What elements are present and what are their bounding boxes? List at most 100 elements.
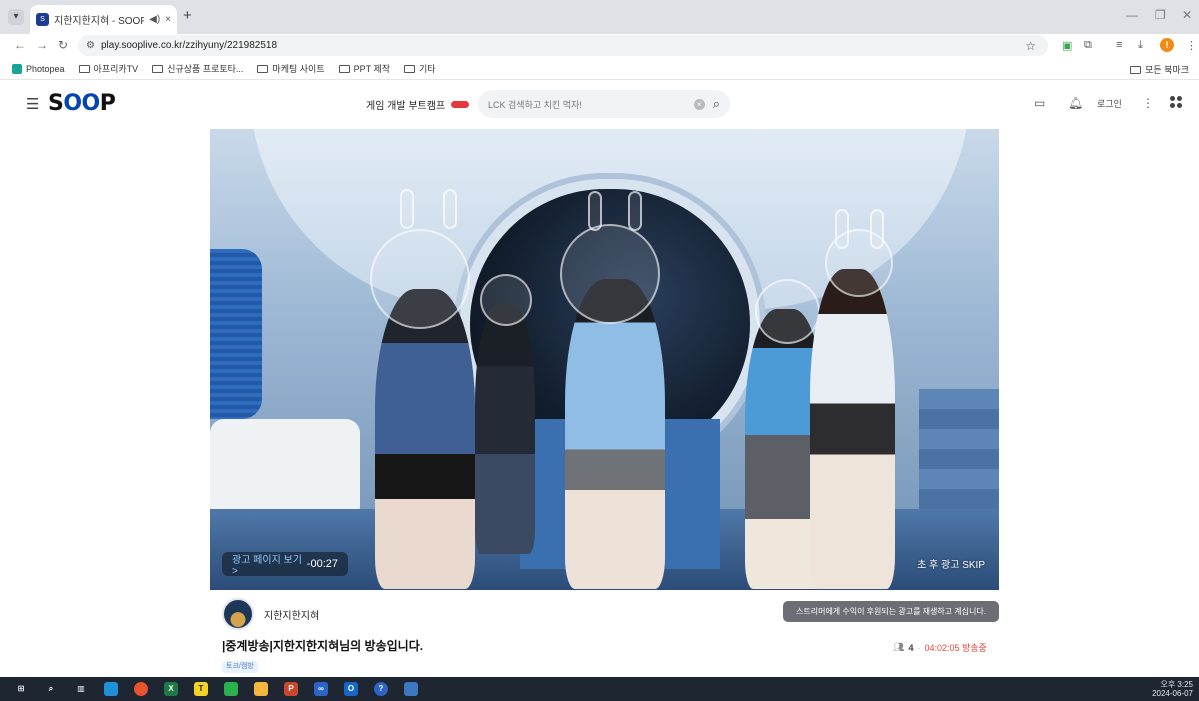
- bookmark-label: PPT 제작: [353, 64, 391, 74]
- site-header: ☰ SOOP 게임 개발 부트캠프 LCK 검색하고 치킨 먹자! × ⌕ ▭ …: [0, 80, 1199, 126]
- ear-3a: [588, 191, 602, 231]
- notification-bell-icon[interactable]: 🔔︎: [1068, 96, 1083, 110]
- figure-1: [375, 289, 475, 589]
- reading-list-icon[interactable]: ≡: [1116, 39, 1122, 51]
- viewer-info: 👥︎ 4 · 04:02:05 방송중: [893, 641, 987, 654]
- video-player[interactable]: 광고 페이지 보기 > -00:27 초 후 광고 SKIP: [210, 129, 999, 590]
- new-tab-button[interactable]: +: [183, 8, 192, 23]
- ad-skip-button[interactable]: 초 후 광고 SKIP: [917, 556, 985, 571]
- bookmark-marketing[interactable]: 마케팅 사이트: [257, 62, 325, 75]
- figure-5: [810, 269, 895, 589]
- folder-icon: [404, 64, 416, 73]
- extension-icon[interactable]: ▣: [1062, 39, 1072, 52]
- system-clock[interactable]: 오후 3:25 2024-06-07: [1152, 680, 1193, 698]
- bookmark-label: 신규상품 프로토타...: [167, 64, 244, 74]
- soop-logo[interactable]: SOOP: [48, 91, 116, 116]
- bookmark-label: Photopea: [26, 63, 65, 74]
- logo-letter: S: [48, 91, 64, 116]
- speaker-icon[interactable]: ◀): [149, 14, 160, 25]
- bookmark-star-icon[interactable]: ☆: [1025, 39, 1036, 53]
- login-button[interactable]: 로그인: [1097, 97, 1122, 110]
- address-bar[interactable]: ⚙ play.sooplive.co.kr/zzihyuny/221982518…: [78, 35, 1048, 56]
- site-info-icon[interactable]: ⚙: [86, 40, 95, 51]
- promo-text: 게임 개발 부트캠프: [366, 101, 446, 112]
- helmet-4: [755, 279, 820, 344]
- forward-icon[interactable]: →: [36, 38, 48, 52]
- clock-date: 2024-06-07: [1152, 689, 1193, 698]
- browser-tab[interactable]: S 지한지한지혀 - SOOP ◀) ×: [30, 5, 177, 34]
- reload-icon[interactable]: ↻: [58, 38, 68, 52]
- edge-icon[interactable]: [104, 682, 118, 696]
- hamburger-menu-icon[interactable]: ☰: [26, 95, 39, 113]
- all-bookmarks[interactable]: 모든 북마크: [1130, 63, 1189, 76]
- minimize-icon[interactable]: —: [1126, 8, 1138, 22]
- scene-blind: [210, 249, 262, 419]
- search-bar[interactable]: LCK 검색하고 치킨 먹자! × ⌕: [478, 90, 730, 118]
- helmet-2: [480, 274, 532, 326]
- bookmark-label: 마케팅 사이트: [272, 64, 325, 74]
- app-icon-2[interactable]: [404, 682, 418, 696]
- bookmark-afreecatv[interactable]: 아프리카TV: [78, 62, 138, 75]
- ad-countdown: -00:27: [306, 558, 338, 570]
- windows-start-icon[interactable]: ⊞: [14, 682, 28, 696]
- broadcast-start-icon[interactable]: ▭: [1034, 96, 1045, 110]
- excel-icon[interactable]: X: [164, 682, 178, 696]
- folder-icon: [1130, 65, 1142, 74]
- ear-5a: [835, 209, 849, 249]
- apps-grid-icon[interactable]: [1170, 96, 1182, 108]
- tab-search-icon[interactable]: ▾: [8, 9, 24, 25]
- category-tag[interactable]: 토크/캠방: [222, 661, 258, 673]
- donation-notice: 스트리머에게 수익이 후원되는 광고를 재생하고 계십니다.: [783, 601, 999, 622]
- browser-toolbar: ← → ↻ ⚙ play.sooplive.co.kr/zzihyuny/221…: [0, 34, 1199, 58]
- help-icon[interactable]: ?: [374, 682, 388, 696]
- helmet-3: [560, 224, 660, 324]
- app-icon[interactable]: ∞: [314, 682, 328, 696]
- promo-banner[interactable]: 게임 개발 부트캠프: [366, 97, 470, 112]
- kakaotalk-icon[interactable]: T: [194, 682, 208, 696]
- viewers-icon: 👥︎: [893, 642, 905, 652]
- helmet-1: [370, 229, 470, 329]
- bookmarks-bar: Photopea 아프리카TV 신규상품 프로토타... 마케팅 사이트 PPT…: [0, 58, 1199, 80]
- search-icon[interactable]: ⌕: [713, 96, 720, 112]
- powerpoint-icon[interactable]: P: [284, 682, 298, 696]
- bookmark-etc[interactable]: 기타: [404, 62, 436, 75]
- figure-2: [475, 304, 535, 554]
- viewer-count: 4: [908, 642, 914, 653]
- logo-letter: OO: [63, 91, 100, 116]
- soop-favicon-icon: S: [36, 13, 49, 26]
- restore-icon[interactable]: ❐: [1155, 8, 1166, 22]
- ear-3b: [628, 191, 642, 231]
- task-view-icon[interactable]: ▥: [74, 682, 88, 696]
- bookmark-ppt[interactable]: PPT 제작: [338, 62, 391, 75]
- promo-badge-icon: [451, 101, 470, 108]
- search-icon[interactable]: ⌕: [44, 682, 58, 696]
- window-close-icon[interactable]: ✕: [1182, 8, 1192, 22]
- tab-close-icon[interactable]: ×: [165, 14, 171, 25]
- ear-1a: [400, 189, 414, 229]
- ad-page-link[interactable]: 광고 페이지 보기 > -00:27: [222, 552, 348, 577]
- extensions-puzzle-icon[interactable]: ⧉: [1084, 39, 1092, 52]
- streamer-name[interactable]: 지한지한지혀: [264, 607, 319, 622]
- wechat-icon[interactable]: [224, 682, 238, 696]
- bookmark-prototype[interactable]: 신규상품 프로토타...: [152, 62, 243, 75]
- search-input[interactable]: LCK 검색하고 치킨 먹자!: [488, 98, 694, 111]
- all-bookmarks-label: 모든 북마크: [1145, 65, 1189, 75]
- folder-icon: [338, 64, 350, 73]
- clock-time: 오후 3:25: [1160, 680, 1193, 689]
- menu-icon[interactable]: ⋮: [1186, 39, 1197, 52]
- download-icon[interactable]: ⤓: [1138, 39, 1143, 52]
- profile-avatar[interactable]: !: [1160, 38, 1174, 52]
- bookmark-photopea[interactable]: Photopea: [12, 63, 65, 74]
- elapsed-time: 04:02:05 방송중: [924, 643, 987, 653]
- streamer-avatar[interactable]: [222, 598, 254, 630]
- chrome-icon[interactable]: [134, 682, 148, 696]
- taskbar: ⊞ ⌕ ▥ X T P ∞ O ? 오후 3:25 2024-06-07: [0, 677, 1199, 701]
- ear-5b: [870, 209, 884, 249]
- bookmark-label: 기타: [419, 64, 436, 74]
- file-explorer-icon[interactable]: [254, 682, 268, 696]
- figure-3: [565, 279, 665, 589]
- back-icon[interactable]: ←: [14, 38, 26, 52]
- outlook-icon[interactable]: O: [344, 682, 358, 696]
- more-menu-icon[interactable]: ⋮: [1142, 96, 1154, 110]
- clear-search-icon[interactable]: ×: [693, 98, 705, 110]
